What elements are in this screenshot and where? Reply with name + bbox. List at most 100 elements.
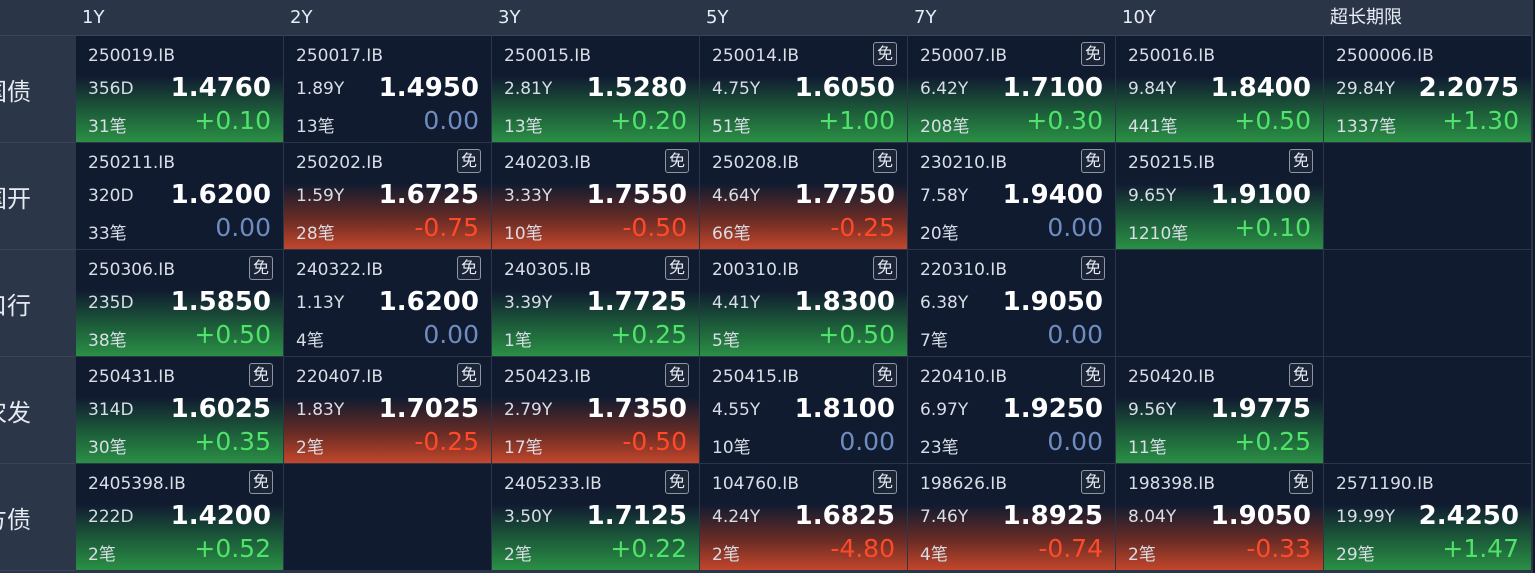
bond-code: 220407.IB — [296, 367, 383, 387]
bond-code: 240203.IB — [504, 153, 591, 173]
quote-cell-3y[interactable]: 240203.IB 免 3.33Y 1.7550 10笔 -0.50 — [492, 143, 699, 250]
quote-cell-1y[interactable]: 250306.IB 免 235D 1.5850 38笔 +0.50 — [76, 250, 283, 357]
quote-cell-3y[interactable]: 250015.IB 2.81Y 1.5280 13笔 +0.20 — [492, 36, 699, 143]
yield-change: 0.00 — [1047, 320, 1103, 349]
quote-cell-1y[interactable]: 250211.IB 320D 1.6200 33笔 0.00 — [76, 143, 283, 250]
quote-cell-2y[interactable]: 240322.IB 免 1.13Y 1.6200 4笔 0.00 — [284, 250, 491, 357]
remaining-term: 2.81Y — [504, 79, 553, 99]
quote-cell-5y[interactable]: 250208.IB 免 4.64Y 1.7750 66笔 -0.25 — [700, 143, 907, 250]
deal-count: 10笔 — [712, 438, 751, 458]
yield-change: +0.50 — [194, 320, 271, 349]
row-label-text: 农发 — [0, 398, 31, 427]
quote-cell-7y[interactable]: 250007.IB 免 6.42Y 1.7100 208笔 +0.30 — [908, 36, 1115, 143]
deal-count: 31笔 — [88, 117, 127, 137]
remaining-term: 1.89Y — [296, 79, 345, 99]
quote-cell-7y[interactable]: 220410.IB 免 6.97Y 1.9250 23笔 0.00 — [908, 357, 1115, 464]
quote-cell-ultra-long[interactable]: 2571190.IB 19.99Y 2.4250 29笔 +1.47 — [1324, 464, 1531, 571]
tax-exempt-badge: 免 — [873, 470, 897, 494]
bond-code: 220410.IB — [920, 367, 1007, 387]
yield-value: 1.7025 — [378, 394, 479, 424]
yield-change: +0.50 — [1234, 106, 1311, 135]
bond-code: 104760.IB — [712, 474, 799, 494]
empty-quote-cell — [1116, 250, 1323, 357]
column-header-5y[interactable]: 5Y — [700, 0, 907, 36]
column-header-1y[interactable]: 1Y — [76, 0, 283, 36]
row-label: 国开 — [0, 143, 75, 250]
quote-cell-ultra-long[interactable]: 2500006.IB 29.84Y 2.2075 1337笔 +1.30 — [1324, 36, 1531, 143]
row-label: 农发 — [0, 357, 75, 464]
quote-cell-1y[interactable]: 250019.IB 356D 1.4760 31笔 +0.10 — [76, 36, 283, 143]
quote-cell-5y[interactable]: 250014.IB 免 4.75Y 1.6050 51笔 +1.00 — [700, 36, 907, 143]
yield-change: +0.22 — [610, 534, 687, 563]
yield-value: 1.7550 — [586, 180, 687, 210]
bond-code: 198626.IB — [920, 474, 1007, 494]
tax-exempt-badge: 免 — [249, 256, 273, 280]
quote-cell-3y[interactable]: 250423.IB 免 2.79Y 1.7350 17笔 -0.50 — [492, 357, 699, 464]
quote-cell-10y[interactable]: 250420.IB 免 9.56Y 1.9775 11笔 +0.25 — [1116, 357, 1323, 464]
quote-cell-1y[interactable]: 2405398.IB 免 222D 1.4200 2笔 +0.52 — [76, 464, 283, 571]
quote-cell-10y[interactable]: 250016.IB 9.84Y 1.8400 441笔 +0.50 — [1116, 36, 1323, 143]
yield-value: 1.6050 — [794, 73, 895, 103]
quote-cell-3y[interactable]: 240305.IB 免 3.39Y 1.7725 1笔 +0.25 — [492, 250, 699, 357]
quote-cell-10y[interactable]: 198398.IB 免 8.04Y 1.9050 2笔 -0.33 — [1116, 464, 1323, 571]
deal-count: 10笔 — [504, 224, 543, 244]
yield-value: 1.9100 — [1210, 180, 1311, 210]
quote-cell-3y[interactable]: 2405233.IB 免 3.50Y 1.7125 2笔 +0.22 — [492, 464, 699, 571]
bond-code: 250019.IB — [88, 46, 175, 66]
bond-code: 250420.IB — [1128, 367, 1215, 387]
remaining-term: 356D — [88, 79, 134, 99]
bond-code: 2500006.IB — [1336, 46, 1434, 66]
bond-quote-grid: 1Y2Y3Y5Y7Y10Y超长期限国债 250019.IB 356D 1.4760 31… — [0, 0, 1533, 573]
empty-quote-cell — [1324, 357, 1531, 464]
bond-code: 250015.IB — [504, 46, 591, 66]
quote-cell-2y[interactable]: 250202.IB 免 1.59Y 1.6725 28笔 -0.75 — [284, 143, 491, 250]
deal-count: 17笔 — [504, 438, 543, 458]
bond-code: 200310.IB — [712, 260, 799, 280]
yield-value: 1.7125 — [586, 501, 687, 531]
column-header-2y[interactable]: 2Y — [284, 0, 491, 36]
quote-cell-5y[interactable]: 104760.IB 免 4.24Y 1.6825 2笔 -4.80 — [700, 464, 907, 571]
remaining-term: 1.83Y — [296, 400, 345, 420]
column-header-7y[interactable]: 7Y — [908, 0, 1115, 36]
quote-cell-10y[interactable]: 250215.IB 免 9.65Y 1.9100 1210笔 +0.10 — [1116, 143, 1323, 250]
quote-cell-7y[interactable]: 198626.IB 免 7.46Y 1.8925 4笔 -0.74 — [908, 464, 1115, 571]
deal-count: 13笔 — [504, 117, 543, 137]
deal-count: 30笔 — [88, 438, 127, 458]
remaining-term: 8.04Y — [1128, 507, 1177, 527]
quote-cell-2y[interactable]: 220407.IB 免 1.83Y 1.7025 2笔 -0.25 — [284, 357, 491, 464]
yield-change: +1.00 — [818, 106, 895, 135]
yield-value: 1.7100 — [1002, 73, 1103, 103]
quote-cell-5y[interactable]: 200310.IB 免 4.41Y 1.8300 5笔 +0.50 — [700, 250, 907, 357]
column-header-10y[interactable]: 10Y — [1116, 0, 1323, 36]
quote-cell-5y[interactable]: 250415.IB 免 4.55Y 1.8100 10笔 0.00 — [700, 357, 907, 464]
tax-exempt-badge: 免 — [457, 363, 481, 387]
remaining-term: 7.46Y — [920, 507, 969, 527]
remaining-term: 4.24Y — [712, 507, 761, 527]
quote-cell-7y[interactable]: 230210.IB 免 7.58Y 1.9400 20笔 0.00 — [908, 143, 1115, 250]
bond-code: 240322.IB — [296, 260, 383, 280]
bond-code: 250007.IB — [920, 46, 1007, 66]
yield-value: 1.6025 — [170, 394, 271, 424]
quote-cell-2y[interactable]: 250017.IB 1.89Y 1.4950 13笔 0.00 — [284, 36, 491, 143]
remaining-term: 222D — [88, 507, 134, 527]
remaining-term: 1.13Y — [296, 293, 345, 313]
tax-exempt-badge: 免 — [1081, 363, 1105, 387]
quote-cell-1y[interactable]: 250431.IB 免 314D 1.6025 30笔 +0.35 — [76, 357, 283, 464]
tax-exempt-badge: 免 — [665, 256, 689, 280]
bond-code: 250202.IB — [296, 153, 383, 173]
yield-change: 0.00 — [215, 213, 271, 242]
yield-value: 1.9775 — [1210, 394, 1311, 424]
column-header-3y[interactable]: 3Y — [492, 0, 699, 36]
yield-change: 0.00 — [1047, 427, 1103, 456]
bond-code: 220310.IB — [920, 260, 1007, 280]
tax-exempt-badge: 免 — [1289, 149, 1313, 173]
yield-change: -4.80 — [830, 534, 895, 563]
quote-cell-7y[interactable]: 220310.IB 免 6.38Y 1.9050 7笔 0.00 — [908, 250, 1115, 357]
remaining-term: 19.99Y — [1336, 507, 1396, 527]
tax-exempt-badge: 免 — [1081, 42, 1105, 66]
yield-change: -0.25 — [414, 427, 479, 456]
row-label-text: 国开 — [0, 184, 31, 213]
empty-quote-cell — [1324, 143, 1531, 250]
column-header-ultra-long[interactable]: 超长期限 — [1324, 0, 1531, 36]
deal-count: 2笔 — [1128, 545, 1156, 565]
